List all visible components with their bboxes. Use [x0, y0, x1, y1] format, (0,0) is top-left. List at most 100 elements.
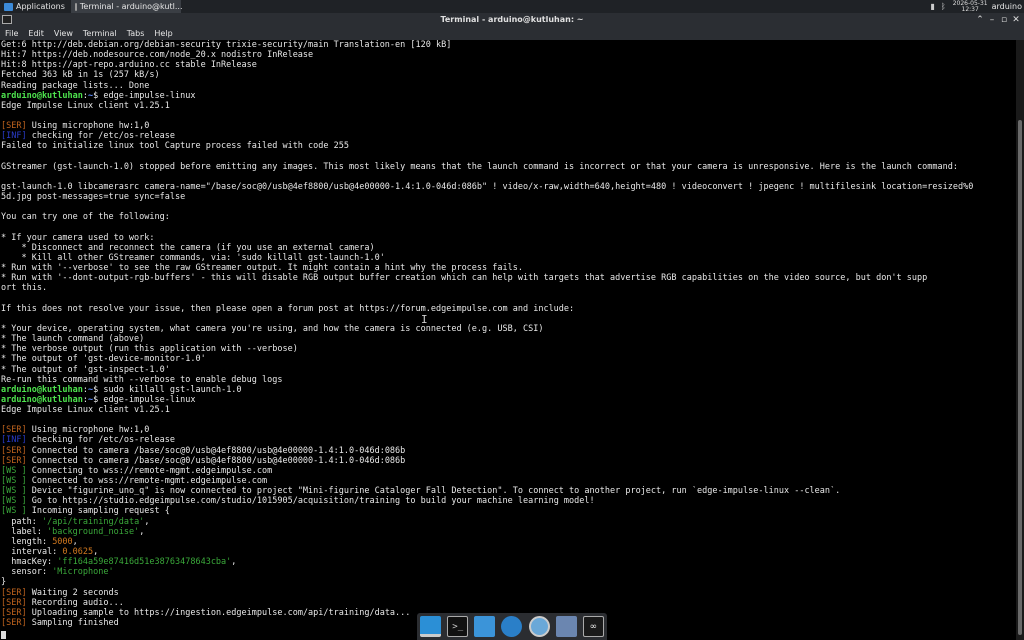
system-tray: ▮ ᛒ 2026-05-31 12:37 arduino — [928, 0, 1024, 13]
menu-edit[interactable]: Edit — [23, 29, 49, 38]
terminal-text-segment: Using microphone hw:1,0 — [26, 121, 150, 132]
terminal-text-segment: $ sudo killall gst-launch-1.0 — [93, 384, 242, 395]
terminal-line: * Run with '--dont-output-rgb-buffers' -… — [1, 273, 1016, 283]
terminal-text-segment: Hit:7 https://deb.nodesource.com/node_20… — [1, 50, 314, 61]
terminal-text-segment: 5d.jpg post-messages=true sync=false — [1, 192, 186, 203]
terminal-text-segment: path: — [1, 516, 42, 527]
window-title-bar[interactable]: Terminal - arduino@kutluhan: ~ ⌃ – ▫ ✕ — [0, 13, 1024, 27]
terminal-text-segment: * Run with '--verbose' to see the raw GS… — [1, 263, 523, 274]
applications-menu-button[interactable]: Applications — [0, 0, 69, 13]
clock-time: 12:37 — [961, 5, 979, 13]
terminal-text-segment: arduino@kutluhan — [1, 384, 83, 395]
terminal-line: Reading package lists... Done — [1, 81, 1016, 91]
terminal-text-segment: '/api/training/data' — [41, 516, 145, 527]
terminal-text-segment: checking for /etc/os-release — [26, 435, 175, 446]
terminal-text-segment: } — [1, 577, 7, 588]
terminal-text-segment: 'Microphone' — [52, 567, 114, 578]
terminal-text-segment: Recording audio... — [26, 597, 124, 608]
terminal-text-segment: arduino@kutluhan — [1, 90, 83, 101]
terminal-text-segment: GStreamer (gst-launch-1.0) stopped befor… — [1, 161, 958, 172]
web-browser-icon[interactable] — [501, 616, 523, 637]
terminal-text-segment: [WS ] — [1, 476, 27, 487]
terminal-text-segment: Hit:8 https://apt-repo.arduino.cc stable… — [1, 60, 257, 71]
window-controls: ⌃ – ▫ ✕ — [974, 13, 1022, 27]
bluetooth-icon[interactable]: ᛒ — [941, 2, 946, 11]
terminal-text-segment: Go to https://studio.edgeimpulse.com/stu… — [26, 496, 595, 507]
clock[interactable]: 2026-05-31 12:37 — [953, 0, 988, 13]
terminal-line: 5d.jpg post-messages=true sync=false — [1, 192, 1016, 202]
file-manager-icon[interactable] — [474, 616, 496, 637]
terminal-line: [WS ] Connecting to wss://remote-mgmt.ed… — [1, 466, 1016, 476]
top-panel: Applications Terminal - arduino@kutl... … — [0, 0, 1024, 13]
minimize-button[interactable]: – — [986, 15, 998, 25]
arduino-glyph: ∞ — [589, 621, 598, 632]
terminal-text-segment: Connecting to wss://remote-mgmt.edgeimpu… — [26, 465, 273, 476]
terminal-line: [WS ] Device "figurine_uno_q" is now con… — [1, 486, 1016, 496]
terminal-text-segment: Connected to camera /base/soc@0/usb@4ef8… — [26, 445, 406, 456]
terminal-line: ort this. — [1, 283, 1016, 293]
terminal-text-segment: [WS ] — [1, 506, 27, 517]
terminal-line: Hit:7 https://deb.nodesource.com/node_20… — [1, 50, 1016, 60]
terminal-text-segment: Device "figurine_uno_q" is now connected… — [26, 486, 841, 497]
show-desktop-icon[interactable] — [420, 616, 442, 637]
terminal-icon — [74, 2, 77, 11]
chevron-up-icon[interactable]: ⌃ — [974, 15, 986, 25]
dock-terminal-icon[interactable]: >_ — [447, 616, 469, 637]
menu-tabs[interactable]: Tabs — [122, 29, 150, 38]
terminal-text-segment: [SER] — [1, 607, 27, 618]
menu-view[interactable]: View — [49, 29, 78, 38]
menu-terminal[interactable]: Terminal — [78, 29, 122, 38]
menu-file[interactable]: File — [0, 29, 23, 38]
terminal-line: [SER] Recording audio... — [1, 598, 1016, 608]
terminal-text-segment: interval: — [1, 547, 63, 558]
terminal-text-segment: Get:6 http://deb.debian.org/debian-secur… — [1, 40, 452, 50]
terminal-line: * Your device, operating system, what ca… — [1, 324, 1016, 334]
terminal-text-segment: [SER] — [1, 455, 27, 466]
terminal-line: * If your camera used to work: — [1, 233, 1016, 243]
close-button[interactable]: ✕ — [1010, 15, 1022, 25]
terminal-line: * Disconnect and reconnect the camera (i… — [1, 243, 1016, 253]
network-signal-icon[interactable]: ▮ — [931, 2, 935, 11]
terminal-text-segment: $ edge-impulse-linux — [93, 90, 196, 101]
arduino-app-icon[interactable]: ∞ — [582, 616, 604, 637]
terminal-text-segment: Fetched 363 kB in 1s (257 kB/s) — [1, 70, 160, 81]
terminal-line: You can try one of the following: — [1, 212, 1016, 222]
terminal-scrollbar[interactable] — [1016, 40, 1024, 640]
applications-label: Applications — [16, 2, 65, 11]
terminal-text-segment: Failed to initialize linux tool Capture … — [1, 141, 349, 152]
app-finder-search-icon[interactable] — [528, 616, 550, 637]
menu-bar: File Edit View Terminal Tabs Help — [0, 27, 1024, 40]
terminal-text-segment: * The launch command (above) — [1, 334, 145, 345]
terminal-text-segment: [SER] — [1, 425, 27, 436]
terminal-text-segment: [SER] — [1, 618, 27, 629]
terminal-text-segment: * Your device, operating system, what ca… — [1, 323, 544, 334]
terminal-text-segment: * The verbose output (run this applicati… — [1, 344, 298, 355]
folder-icon[interactable] — [555, 616, 577, 637]
terminal-text-segment: sensor: — [1, 567, 53, 578]
scrollbar-thumb[interactable] — [1018, 120, 1022, 635]
user-menu[interactable]: arduino — [992, 2, 1022, 11]
terminal-text-segment: Edge Impulse Linux client v1.25.1 — [1, 100, 170, 111]
terminal-text-segment: Using microphone hw:1,0 — [26, 425, 150, 436]
terminal-text-segment: * The output of 'gst-inspect-1.0' — [1, 364, 170, 375]
terminal-line: [INF] checking for /etc/os-release — [1, 131, 1016, 141]
terminal-text-segment: length: — [1, 536, 53, 547]
menu-help[interactable]: Help — [149, 29, 177, 38]
terminal-text-segment: , — [231, 557, 237, 568]
terminal-text-segment: [WS ] — [1, 465, 27, 476]
terminal-output[interactable]: Get:6 http://deb.debian.org/debian-secur… — [0, 40, 1016, 640]
terminal-text-segment: checking for /etc/os-release — [26, 131, 175, 142]
terminal-text-segment: [WS ] — [1, 486, 27, 497]
terminal-text-segment: [SER] — [1, 445, 27, 456]
terminal-line: [WS ] Connected to wss://remote-mgmt.edg… — [1, 476, 1016, 486]
terminal-text-segment: [SER] — [1, 121, 27, 132]
terminal-line: Edge Impulse Linux client v1.25.1 — [1, 405, 1016, 415]
terminal-line: arduino@kutluhan:~$ edge-impulse-linux — [1, 395, 1016, 405]
terminal-text-segment: Reading package lists... Done — [1, 80, 150, 91]
terminal-text-segment: , — [139, 526, 145, 537]
terminal-line: arduino@kutluhan:~$ sudo killall gst-lau… — [1, 385, 1016, 395]
maximize-button[interactable]: ▫ — [998, 15, 1010, 25]
taskbar-terminal-button[interactable]: Terminal - arduino@kutl... — [70, 0, 183, 13]
